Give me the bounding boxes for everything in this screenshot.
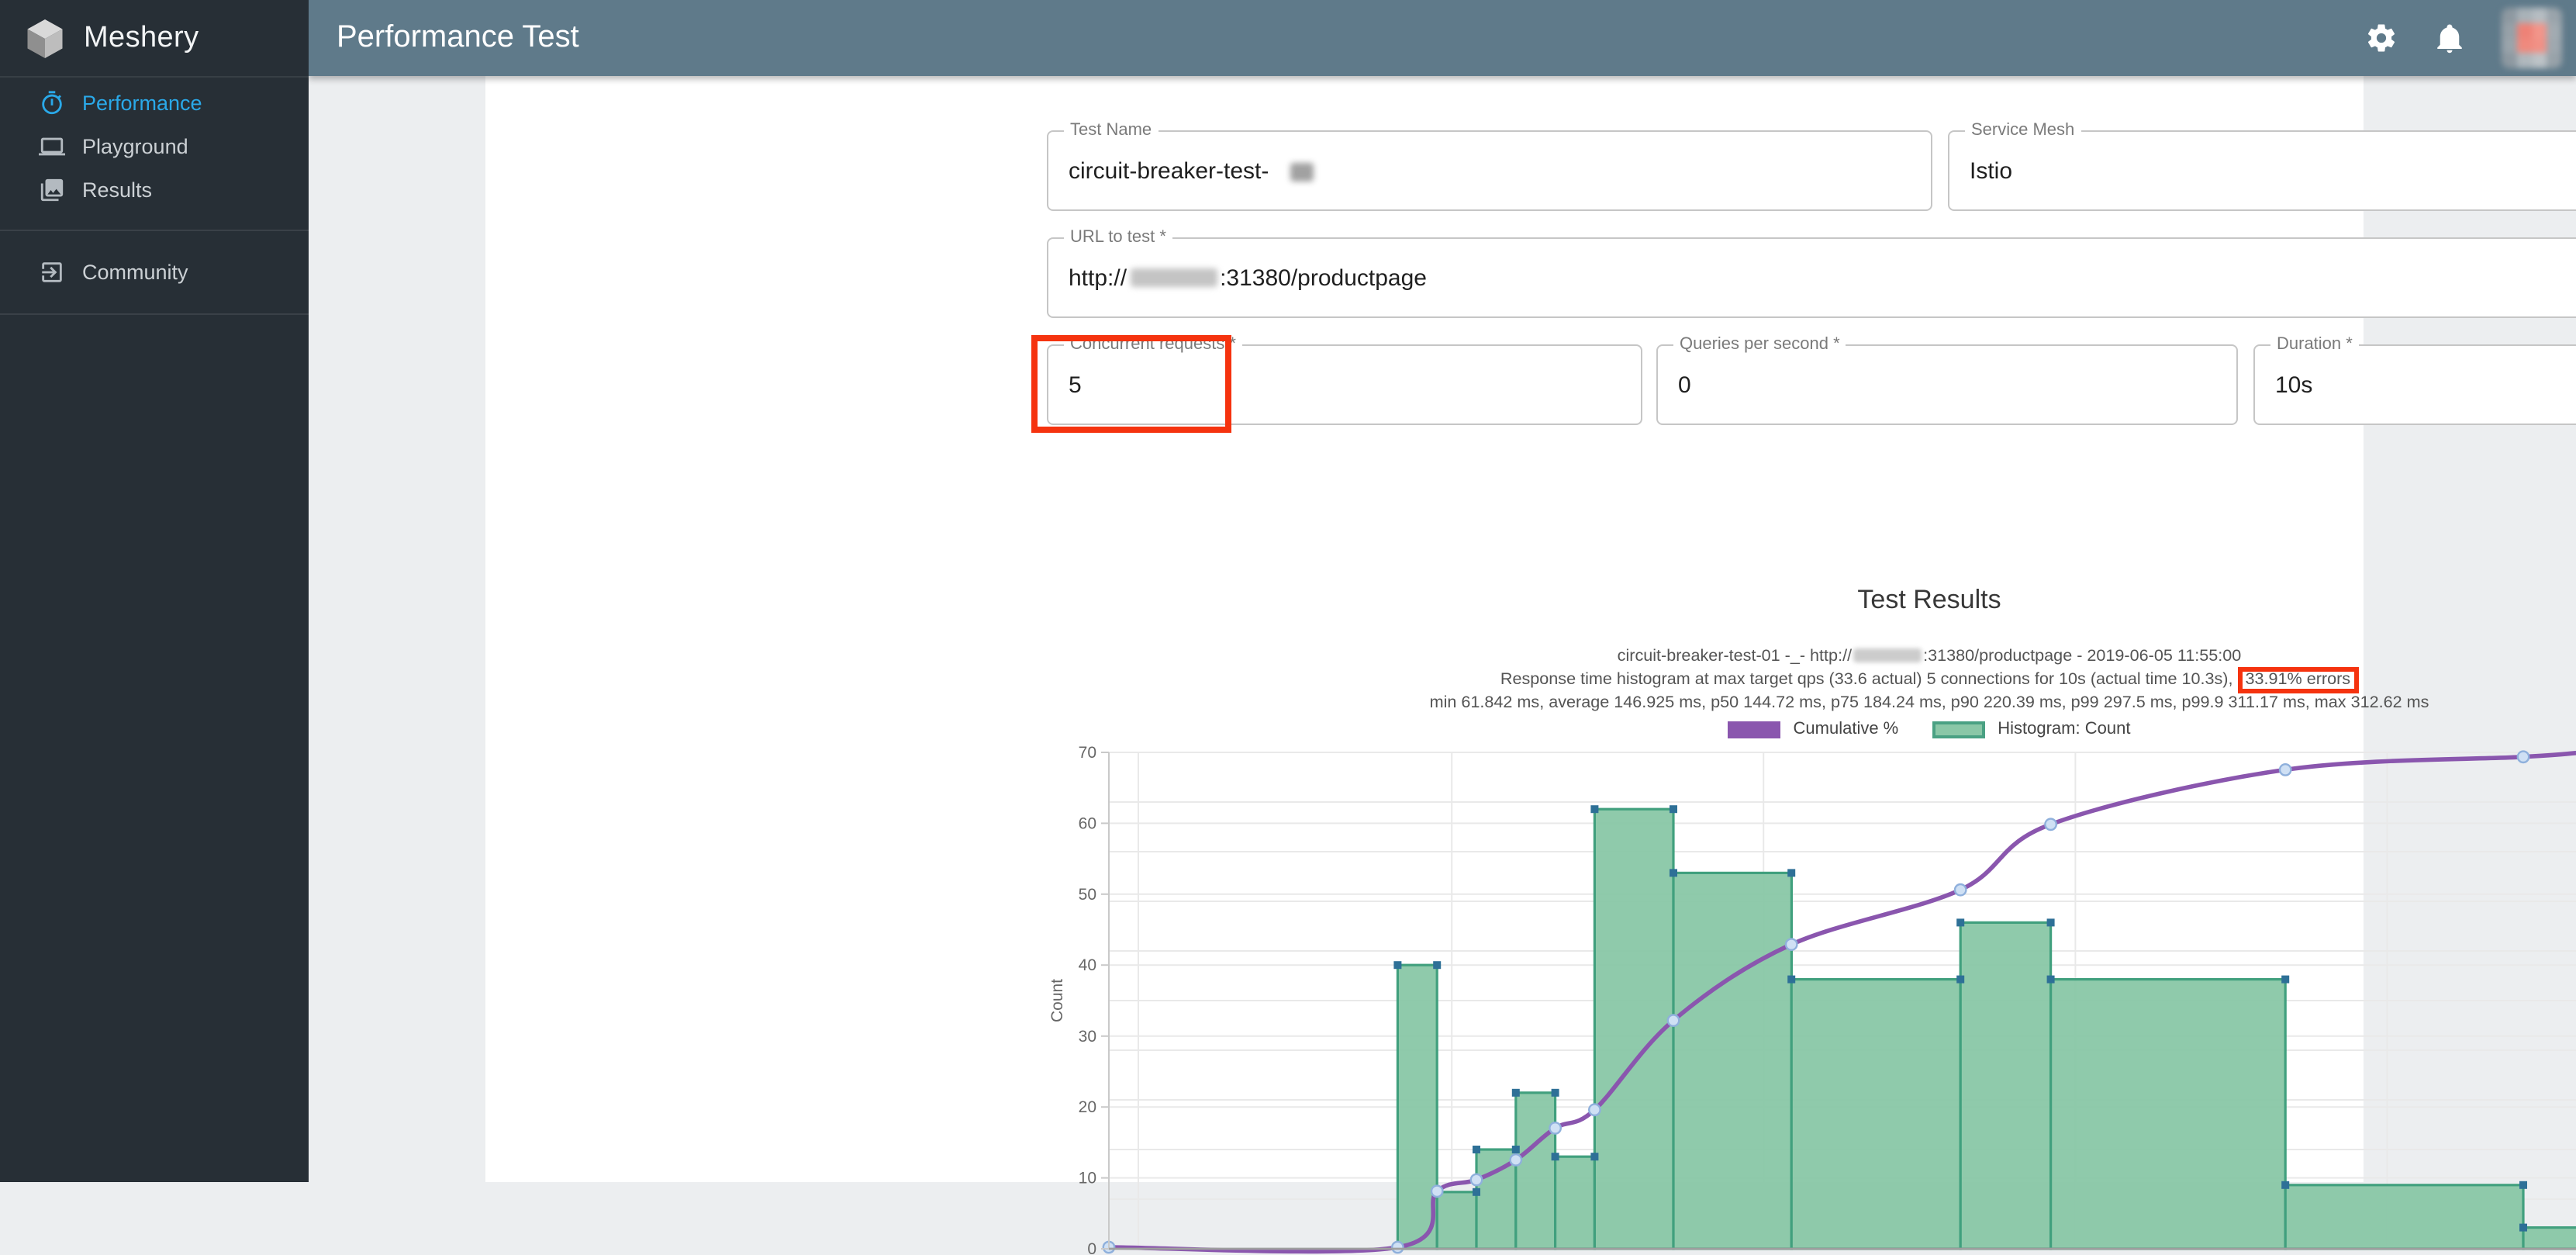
main-content: Test Name Service Mesh ▼ URL to test * h…: [309, 76, 2576, 1182]
laptop-icon: [39, 133, 65, 159]
legend-swatch-histogram: [1932, 721, 1985, 738]
svg-text:Count: Count: [1048, 979, 1066, 1022]
user-avatar[interactable]: [2502, 8, 2562, 68]
subtitle-line-1: circuit-breaker-test-01 -_- http://:3138…: [1013, 647, 2576, 667]
svg-text:60: 60: [1079, 814, 1096, 832]
image-multiple-icon: [39, 176, 65, 202]
svg-text:0: 0: [1087, 1240, 1096, 1255]
annotation-box-error-rate: 33.91% errors: [2237, 667, 2358, 693]
svg-text:30: 30: [1079, 1028, 1096, 1046]
duration-input[interactable]: [2275, 346, 2576, 424]
legend-item-histogram[interactable]: Histogram: Count: [1932, 720, 2130, 738]
blurred-host: [1130, 268, 1217, 287]
subtitle-line-2: Response time histogram at max target qp…: [1013, 667, 2576, 693]
performance-test-card: Test Name Service Mesh ▼ URL to test * h…: [485, 76, 2364, 1182]
service-mesh-value[interactable]: [1970, 132, 2576, 209]
sidebar-item-label: Results: [82, 178, 152, 201]
svg-text:40: 40: [1079, 956, 1096, 974]
chart-canvas: 0102030405060700102030405060708090100Cou…: [1044, 743, 2576, 1255]
test-results-subtitle: circuit-breaker-test-01 -_- http://:3138…: [1013, 647, 2576, 714]
svg-text:70: 70: [1079, 744, 1096, 762]
svg-text:20: 20: [1079, 1098, 1096, 1116]
stopwatch-icon: [39, 89, 65, 116]
exit-to-app-icon: [39, 258, 65, 285]
response-time-histogram-chart[interactable]: 0102030405060700102030405060708090100Cou…: [1044, 743, 2576, 1255]
meshery-logo-icon: [22, 15, 68, 61]
duration-field[interactable]: Duration *: [2253, 344, 2576, 425]
sidebar-item-community[interactable]: Community: [0, 250, 309, 293]
app-header: Performance Test: [309, 0, 2576, 76]
sidebar-item-playground[interactable]: Playground: [0, 124, 309, 168]
legend-swatch-cumulative: [1728, 721, 1781, 738]
queries-per-second-field[interactable]: Queries per second *: [1656, 344, 2238, 425]
sidebar-divider: [0, 313, 309, 315]
settings-gear-icon[interactable]: [2365, 22, 2398, 54]
url-field[interactable]: URL to test * http://:31380/productpage: [1047, 237, 2576, 318]
legend-item-cumulative[interactable]: Cumulative %: [1728, 720, 1899, 738]
sidebar-item-label: Performance: [82, 91, 202, 114]
sidebar-nav: Performance Playground Results Co: [0, 78, 309, 315]
svg-text:10: 10: [1079, 1170, 1096, 1188]
sidebar-item-label: Community: [82, 260, 188, 283]
sidebar-item-performance[interactable]: Performance: [0, 81, 309, 124]
subtitle-line-3: min 61.842 ms, average 146.925 ms, p50 1…: [1013, 693, 2576, 714]
test-results-title: Test Results: [1109, 585, 2576, 616]
meshery-app: Meshery Performance Playground Results: [0, 0, 2576, 1182]
test-name-input[interactable]: [1069, 132, 1289, 209]
app-logo[interactable]: Meshery: [0, 0, 309, 78]
app-name: Meshery: [84, 21, 199, 55]
page-title: Performance Test: [337, 20, 579, 56]
queries-per-second-input[interactable]: [1678, 346, 2193, 424]
chart-legend: Cumulative % Histogram: Count: [1109, 720, 2576, 738]
url-value[interactable]: http://:31380/productpage: [1069, 239, 1427, 316]
annotation-box-concurrent-requests: [1031, 335, 1231, 433]
sidebar: Meshery Performance Playground Results: [0, 0, 309, 1182]
service-mesh-select[interactable]: Service Mesh ▼: [1948, 130, 2576, 211]
sidebar-item-results[interactable]: Results: [0, 168, 309, 211]
blurred-text: [1290, 163, 1314, 182]
test-name-field[interactable]: Test Name: [1047, 130, 1932, 211]
svg-text:50: 50: [1079, 886, 1096, 904]
header-actions: [2365, 8, 2576, 68]
notification-bell-icon[interactable]: [2433, 22, 2466, 54]
blurred-host: [1853, 648, 1922, 662]
sidebar-item-label: Playground: [82, 134, 188, 157]
